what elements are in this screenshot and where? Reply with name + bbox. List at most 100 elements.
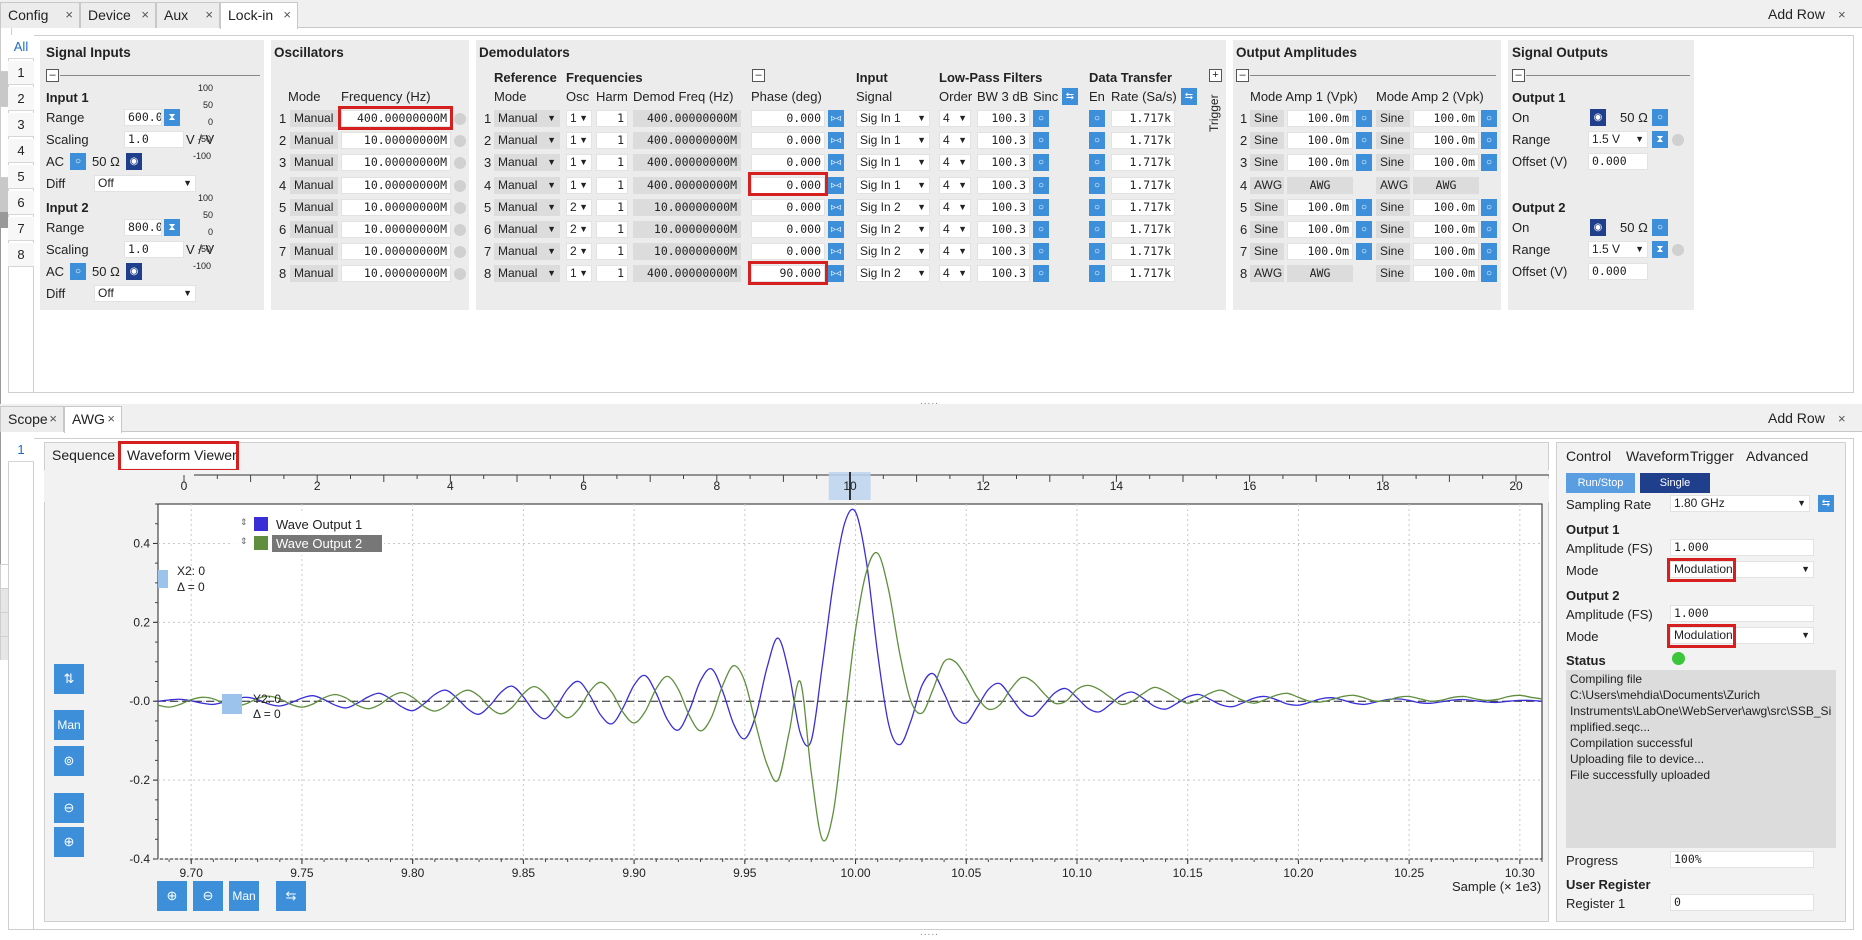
amp2-enable-icon[interactable]: ○ — [1481, 132, 1497, 150]
sinc-toggle-icon[interactable]: ○ — [1033, 176, 1049, 194]
osc-mode[interactable]: Manual — [290, 221, 338, 238]
amp1-enable-icon[interactable]: ○ — [1356, 154, 1372, 172]
legend-wave-output-2[interactable]: Wave Output 2 — [276, 536, 362, 551]
amp1-enable-icon[interactable]: ○ — [1356, 132, 1372, 150]
scaling2-input[interactable]: 1.0 — [124, 241, 184, 258]
zoom-out-x-icon[interactable]: ⊖ — [193, 881, 223, 911]
amp2-enable-icon[interactable]: ○ — [1481, 243, 1497, 261]
oa-mode1[interactable]: Sine — [1250, 132, 1284, 150]
amplitude1-input[interactable]: 1.000 — [1670, 539, 1814, 556]
oa-amp1-input[interactable]: 100.0m — [1287, 198, 1353, 216]
demod-harm-input[interactable]: 1 — [596, 243, 628, 261]
demod-order-select[interactable]: 4 ▼ — [939, 221, 971, 238]
demod-rate-input[interactable]: 1.717k — [1111, 198, 1175, 216]
zoom-out-y-icon[interactable]: ⊖ — [54, 793, 84, 823]
osc-frequency-input[interactable]: 10.00000000M — [341, 243, 451, 261]
link-icon[interactable]: ⇆ — [1818, 495, 1834, 512]
oa-mode2[interactable]: Sine — [1376, 265, 1410, 283]
tab-lockin[interactable]: Lock-in × — [220, 2, 298, 29]
demod-harm-input[interactable]: 1 — [596, 110, 628, 127]
auto-x-icon[interactable]: ⇆ — [276, 881, 306, 911]
transfer-all-button[interactable]: ⇆ — [1181, 88, 1197, 105]
osc-frequency-input[interactable]: 10.00000000M — [341, 265, 451, 283]
register1-input[interactable]: 0 — [1670, 894, 1814, 911]
demod-rate-input[interactable]: 1.717k — [1111, 243, 1175, 261]
amp2-enable-icon[interactable]: ○ — [1481, 221, 1497, 238]
oa-amp2-input[interactable]: AWG — [1413, 176, 1479, 194]
demod-mode-select[interactable]: Manual ▼ — [494, 198, 560, 216]
tab-awg[interactable]: AWG × — [64, 406, 122, 433]
demod-order-select[interactable]: 4 ▼ — [939, 132, 971, 150]
single-button[interactable]: Single — [1640, 473, 1710, 493]
range1-input[interactable]: 600.0m — [124, 109, 162, 126]
ohm-toggle-icon[interactable]: ○ — [1652, 219, 1668, 236]
zoom-fit-y-icon[interactable]: ⊚ — [54, 746, 84, 776]
demod-mode-select[interactable]: Manual ▼ — [494, 154, 560, 172]
demod-signal-select[interactable]: Sig In 1 ▼ — [856, 176, 930, 194]
demod-rate-input[interactable]: 1.717k — [1111, 132, 1175, 150]
demod-rate-input[interactable]: 1.717k — [1111, 110, 1175, 127]
sinc-toggle-icon[interactable]: ○ — [1033, 221, 1049, 238]
osc-frequency-input[interactable]: 10.00000000M — [341, 154, 451, 172]
phase-zero-icon[interactable]: ▹◃ — [828, 132, 844, 150]
phase-zero-icon[interactable]: ▹◃ — [828, 265, 844, 283]
phase-zero-icon[interactable]: ▹◃ — [828, 198, 844, 216]
oa-amp1-input[interactable]: AWG — [1287, 176, 1353, 194]
output2-on-icon[interactable]: ◉ — [1590, 219, 1606, 236]
demod-order-select[interactable]: 4 ▼ — [939, 176, 971, 194]
transfer-enable-icon[interactable]: ○ — [1089, 265, 1105, 283]
tab-aux[interactable]: Aux × — [156, 2, 220, 28]
control-tab-advanced[interactable]: Advanced — [1746, 448, 1808, 464]
demod-bw-input[interactable]: 100.3 — [977, 132, 1030, 150]
output1-on-icon[interactable]: ◉ — [1590, 109, 1606, 126]
amp2-enable-icon[interactable]: ○ — [1481, 154, 1497, 172]
tab-device[interactable]: Device × — [80, 2, 156, 28]
control-tab-control[interactable]: Control — [1566, 448, 1611, 464]
vtab-7[interactable]: 7 — [8, 217, 34, 241]
scaling1-input[interactable]: 1.0 — [124, 131, 184, 148]
vtab-2[interactable]: 2 — [8, 87, 34, 111]
amp2-enable-icon[interactable]: ○ — [1481, 198, 1497, 216]
sinc-all-button[interactable]: ⇆ — [1062, 88, 1078, 105]
demod-osc-select[interactable]: 1 ▼ — [566, 265, 592, 283]
demod-order-select[interactable]: 4 ▼ — [939, 243, 971, 261]
demod-mode-select[interactable]: Manual ▼ — [494, 221, 560, 238]
demod-bw-input[interactable]: 100.3 — [977, 154, 1030, 172]
demod-harm-input[interactable]: 1 — [596, 221, 628, 238]
demod-harm-input[interactable]: 1 — [596, 265, 628, 283]
sinc-toggle-icon[interactable]: ○ — [1033, 154, 1049, 172]
demod-mode-select[interactable]: Manual ▼ — [494, 176, 560, 194]
amp2-enable-icon[interactable]: ○ — [1481, 110, 1497, 127]
ac-toggle-icon[interactable]: ○ — [70, 263, 86, 280]
tab-config[interactable]: Config × — [0, 2, 80, 28]
demod-osc-select[interactable]: 1 ▼ — [566, 132, 592, 150]
oa-mode1[interactable]: AWG — [1250, 265, 1284, 283]
close-icon[interactable]: × — [283, 3, 291, 27]
osc-frequency-input[interactable]: 10.00000000M — [341, 198, 451, 216]
transfer-enable-icon[interactable]: ○ — [1089, 132, 1105, 150]
demod-osc-select[interactable]: 1 ▼ — [566, 154, 592, 172]
osc-mode[interactable]: Manual — [290, 154, 338, 172]
auto-range-icon[interactable]: ⧗ — [164, 219, 180, 236]
transfer-enable-icon[interactable]: ○ — [1089, 243, 1105, 261]
auto-range-icon[interactable]: ⧗ — [1652, 241, 1668, 258]
oa-mode2[interactable]: Sine — [1376, 221, 1410, 238]
demod-signal-select[interactable]: Sig In 2 ▼ — [856, 265, 930, 283]
drag-handle-icon[interactable]: ⇕ — [240, 517, 248, 528]
demod-bw-input[interactable]: 100.3 — [977, 198, 1030, 216]
output2-range-select[interactable]: 1.5 V ▼ — [1588, 241, 1648, 258]
transfer-enable-icon[interactable]: ○ — [1089, 110, 1105, 127]
control-tab-trigger[interactable]: Trigger — [1690, 448, 1734, 464]
demod-signal-select[interactable]: Sig In 2 ▼ — [856, 243, 930, 261]
sinc-toggle-icon[interactable]: ○ — [1033, 265, 1049, 283]
amp1-enable-icon[interactable]: ○ — [1356, 221, 1372, 238]
demod-bw-input[interactable]: 100.3 — [977, 265, 1030, 283]
osc-mode[interactable]: Manual — [290, 243, 338, 261]
output1-offset-input[interactable]: 0.000 — [1588, 153, 1648, 170]
oa-amp2-input[interactable]: 100.0m — [1413, 154, 1479, 172]
demod-mode-select[interactable]: Manual ▼ — [494, 110, 560, 127]
demod-harm-input[interactable]: 1 — [596, 176, 628, 194]
collapse-button[interactable]: – — [752, 69, 765, 82]
close-icon[interactable]: × — [107, 407, 115, 431]
vtab-6[interactable]: 6 — [8, 191, 34, 215]
